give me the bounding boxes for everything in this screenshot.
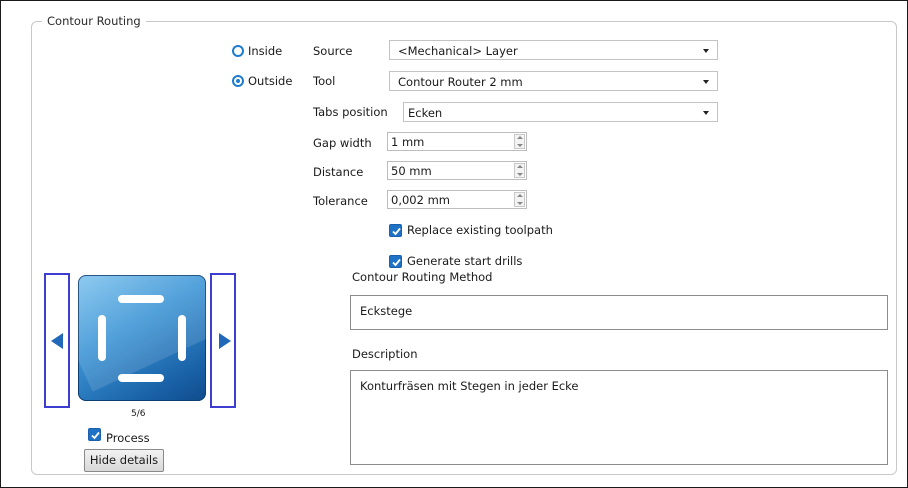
tabs-position-label: Tabs position bbox=[313, 105, 388, 119]
inside-label[interactable]: Inside bbox=[248, 43, 282, 59]
tool-value: Contour Router 2 mm bbox=[398, 75, 523, 89]
tabs-position-select[interactable]: Ecken bbox=[403, 102, 718, 122]
carousel-counter: 5/6 bbox=[131, 409, 146, 419]
gap-width-label: Gap width bbox=[313, 136, 372, 150]
method-heading: Contour Routing Method bbox=[352, 270, 493, 284]
arrow-up-icon bbox=[517, 165, 523, 168]
chevron-down-icon bbox=[703, 111, 709, 115]
generate-drills-checkbox[interactable] bbox=[389, 255, 402, 268]
process-label[interactable]: Process bbox=[106, 430, 150, 446]
process-checkbox[interactable] bbox=[88, 428, 101, 441]
distance-stepper[interactable]: 50 mm bbox=[387, 161, 527, 180]
contour-routing-corner-tabs-icon bbox=[78, 275, 206, 401]
distance-label: Distance bbox=[313, 165, 364, 179]
chevron-down-icon bbox=[703, 80, 709, 84]
gap-width-value: 1 mm bbox=[391, 135, 425, 149]
gap-width-stepper[interactable]: 1 mm bbox=[387, 132, 527, 151]
description-field[interactable]: Konturfräsen mit Stegen in jeder Ecke bbox=[350, 370, 888, 465]
distance-value: 50 mm bbox=[391, 164, 432, 178]
tool-select[interactable]: Contour Router 2 mm bbox=[389, 71, 718, 91]
next-button[interactable] bbox=[210, 273, 236, 408]
outside-label[interactable]: Outside bbox=[248, 73, 292, 89]
tolerance-value: 0,002 mm bbox=[391, 193, 450, 207]
replace-toolpath-label[interactable]: Replace existing toolpath bbox=[407, 222, 553, 238]
tolerance-label: Tolerance bbox=[313, 194, 368, 208]
arrow-down-icon bbox=[517, 202, 523, 205]
outside-radio[interactable] bbox=[232, 75, 244, 87]
chevron-right-icon bbox=[219, 333, 231, 349]
spin-buttons[interactable] bbox=[514, 134, 525, 149]
method-value: Eckstege bbox=[360, 304, 413, 318]
inside-radio[interactable] bbox=[232, 45, 244, 57]
description-heading: Description bbox=[352, 347, 418, 361]
tolerance-stepper[interactable]: 0,002 mm bbox=[387, 190, 527, 209]
checkmark-icon bbox=[392, 227, 401, 236]
tabs-position-value: Ecken bbox=[408, 106, 443, 120]
description-value: Konturfräsen mit Stegen in jeder Ecke bbox=[360, 379, 579, 393]
checkmark-icon bbox=[91, 431, 100, 440]
arrow-down-icon bbox=[517, 144, 523, 147]
tool-label: Tool bbox=[313, 74, 336, 88]
chevron-left-icon bbox=[51, 333, 63, 349]
group-title: Contour Routing bbox=[42, 13, 146, 29]
generate-drills-label[interactable]: Generate start drills bbox=[407, 253, 522, 269]
source-select[interactable]: <Mechanical> Layer bbox=[389, 40, 718, 60]
arrow-down-icon bbox=[517, 173, 523, 176]
spin-buttons[interactable] bbox=[514, 163, 525, 178]
hide-details-button[interactable]: Hide details bbox=[84, 449, 164, 472]
method-field[interactable]: Eckstege bbox=[350, 295, 888, 330]
chevron-down-icon bbox=[703, 49, 709, 53]
arrow-up-icon bbox=[517, 194, 523, 197]
source-label: Source bbox=[313, 44, 353, 58]
source-value: <Mechanical> Layer bbox=[398, 44, 518, 58]
spin-buttons[interactable] bbox=[514, 192, 525, 207]
replace-toolpath-checkbox[interactable] bbox=[389, 224, 402, 237]
checkmark-icon bbox=[392, 258, 401, 267]
previous-button[interactable] bbox=[44, 273, 70, 408]
arrow-up-icon bbox=[517, 136, 523, 139]
